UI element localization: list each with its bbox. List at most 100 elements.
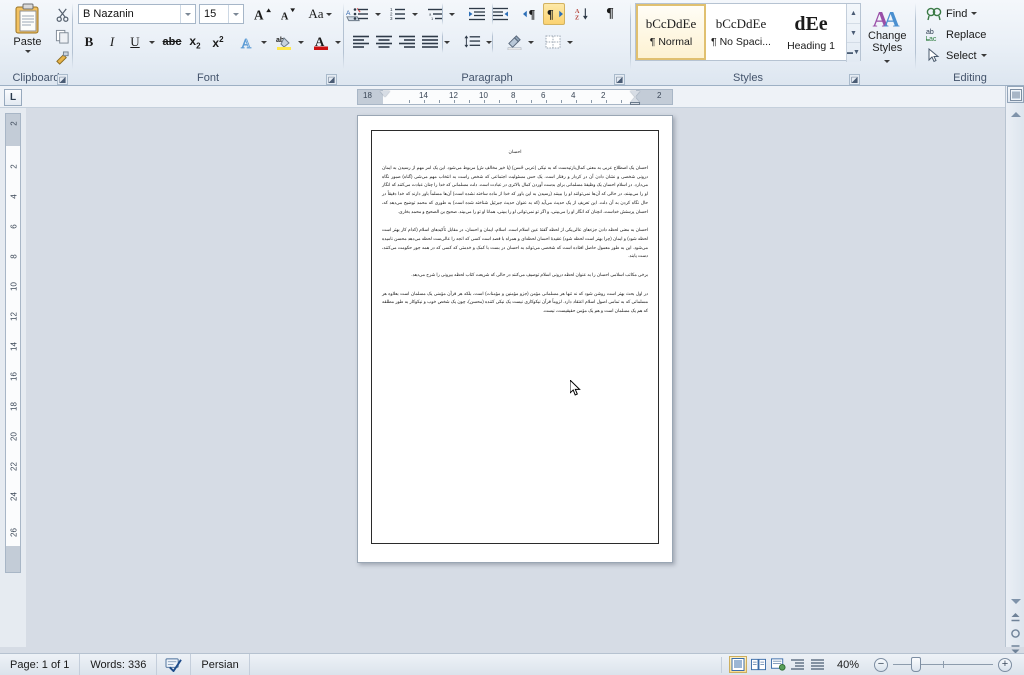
highlight-button[interactable]: ab [273,31,295,53]
styles-scroll-down-button[interactable]: ▼ [847,24,860,44]
shading-button[interactable] [503,31,525,53]
scroll-up-arrow-icon [1010,112,1021,117]
scroll-up-button[interactable] [1008,107,1023,122]
replace-button[interactable]: ab ac Replace [922,24,990,45]
view-draft-button[interactable] [809,656,827,673]
underline-dropdown-arrow[interactable] [147,31,157,53]
format-painter-button[interactable] [52,48,72,69]
status-page-indicator[interactable]: Page: 1 of 1 [0,653,81,675]
proofing-errors-icon [165,658,183,672]
underline-button[interactable]: U [124,31,146,53]
font-color-button[interactable]: A [310,31,332,53]
styles-scroll-up-button[interactable]: ▲ [847,4,860,24]
view-print-layout-button[interactable] [729,656,747,673]
borders-button[interactable] [542,31,564,53]
bold-button[interactable]: B [78,31,100,53]
change-styles-button[interactable]: A A Change Styles [867,3,908,67]
view-full-screen-reading-button[interactable] [749,656,767,673]
styles-gallery-scrollbar[interactable]: ▲ ▼ ▬ ▼ [846,4,860,62]
document-page[interactable]: احسان احسان یک اصطلاح عربی به معنی کمال‌… [357,115,673,563]
font-size-input[interactable]: 15 [199,4,244,24]
zoom-in-icon: + [1001,658,1009,670]
view-ruler-button[interactable] [1007,86,1024,103]
document-body[interactable]: احسان احسان یک اصطلاح عربی به معنی کمال‌… [382,148,648,316]
vertical-scrollbar[interactable] [1005,86,1024,654]
styles-dialog-launcher[interactable]: ◪ [849,74,860,85]
view-outline-button[interactable] [789,656,807,673]
text-effects-dropdown-arrow[interactable] [259,31,269,53]
svg-text:A: A [884,7,900,30]
numbering-dropdown-arrow[interactable] [410,3,420,25]
previous-page-button[interactable] [1008,610,1023,625]
paste-button[interactable]: Paste [3,2,52,66]
borders-dropdown-arrow[interactable] [565,31,575,53]
bullets-dropdown-arrow[interactable] [373,3,383,25]
horizontal-ruler[interactable]: 18 14 12 10 8 6 4 2 2 [357,89,673,105]
subscript-button[interactable]: x2 [184,31,206,53]
style-preview: dEe [794,12,828,35]
change-styles-label-1: Change [868,30,907,42]
vertical-ruler[interactable]: 2 2 4 6 8 10 12 14 16 18 20 22 24 26 [5,113,21,573]
select-dropdown-arrow[interactable] [980,54,987,57]
shrink-font-icon: A [280,8,295,22]
highlight-dropdown-arrow[interactable] [296,31,306,53]
style-item-no-spacing[interactable]: bCcDdEe ¶ No Spaci... [706,4,776,60]
svg-text:3: 3 [390,16,393,21]
first-line-indent-marker[interactable] [380,91,390,97]
svg-text:ac: ac [929,36,937,42]
document-canvas[interactable]: احسان احسان یک اصطلاح عربی به معنی کمال‌… [26,108,1005,647]
status-language[interactable]: Persian [191,653,250,675]
multilevel-list-dropdown-arrow[interactable] [447,3,457,25]
shading-dropdown-arrow[interactable] [526,31,536,53]
status-proofing-button[interactable] [157,653,192,675]
find-dropdown-arrow[interactable] [971,12,978,15]
font-color-dropdown-arrow[interactable] [333,31,343,53]
text-effects-button[interactable]: A [236,31,258,53]
zoom-out-button[interactable]: − [874,657,888,672]
cut-button[interactable] [52,4,72,25]
styles-more-button[interactable]: ▬ ▼ [847,43,860,62]
style-item-heading-1[interactable]: dEe Heading 1 [776,4,846,60]
select-button[interactable]: Select [922,45,991,66]
font-name-input[interactable]: B Nazanin [78,4,196,24]
decrease-indent-button[interactable] [466,3,488,25]
scroll-down-button[interactable] [1008,594,1023,609]
align-justify-button[interactable] [419,31,441,53]
change-case-button[interactable]: Aa [306,3,334,25]
zoom-slider-track[interactable] [893,657,993,672]
left-indent-marker[interactable] [630,102,640,105]
shrink-font-button[interactable]: A [276,3,298,25]
align-justify-dropdown-arrow[interactable] [442,31,452,53]
right-to-left-text-button[interactable]: ¶ [543,3,565,25]
font-name-dropdown-arrow[interactable] [180,5,195,23]
zoom-in-button[interactable]: + [998,657,1012,672]
italic-button[interactable]: I [101,31,123,53]
font-size-dropdown-arrow[interactable] [228,5,243,23]
find-button[interactable]: Find [922,3,981,24]
paragraph-dialog-launcher[interactable]: ◪ [614,74,625,85]
align-center-button[interactable] [373,31,395,53]
grow-font-button[interactable]: A [251,3,273,25]
line-spacing-button[interactable] [461,31,483,53]
style-item-normal[interactable]: bCcDdEe ¶ Normal [636,4,706,60]
tab-stop-selector[interactable]: L [4,89,22,106]
show-formatting-marks-button[interactable]: ¶ [599,3,621,25]
view-web-layout-button[interactable] [769,656,787,673]
align-left-button[interactable] [350,31,372,53]
select-browse-object-button[interactable] [1008,626,1023,641]
bullets-button[interactable] [350,3,372,25]
status-word-count[interactable]: Words: 336 [80,653,158,675]
align-right-button[interactable] [396,31,418,53]
numbering-button[interactable]: 1 2 3 [387,3,409,25]
superscript-button[interactable]: x2 [207,31,229,53]
font-dialog-launcher[interactable]: ◪ [326,74,337,85]
zoom-level-label[interactable]: 40% [828,659,868,671]
left-to-right-text-button[interactable]: ¶ [520,3,542,25]
clipboard-dialog-launcher[interactable]: ◪ [57,74,68,85]
zoom-slider[interactable]: − + [874,657,1012,672]
zoom-slider-thumb[interactable] [911,657,921,672]
copy-button[interactable] [52,26,72,47]
sort-button[interactable]: A Z [571,3,593,25]
strikethrough-button[interactable]: abc [161,31,183,53]
paste-dropdown-arrow[interactable] [24,50,31,53]
